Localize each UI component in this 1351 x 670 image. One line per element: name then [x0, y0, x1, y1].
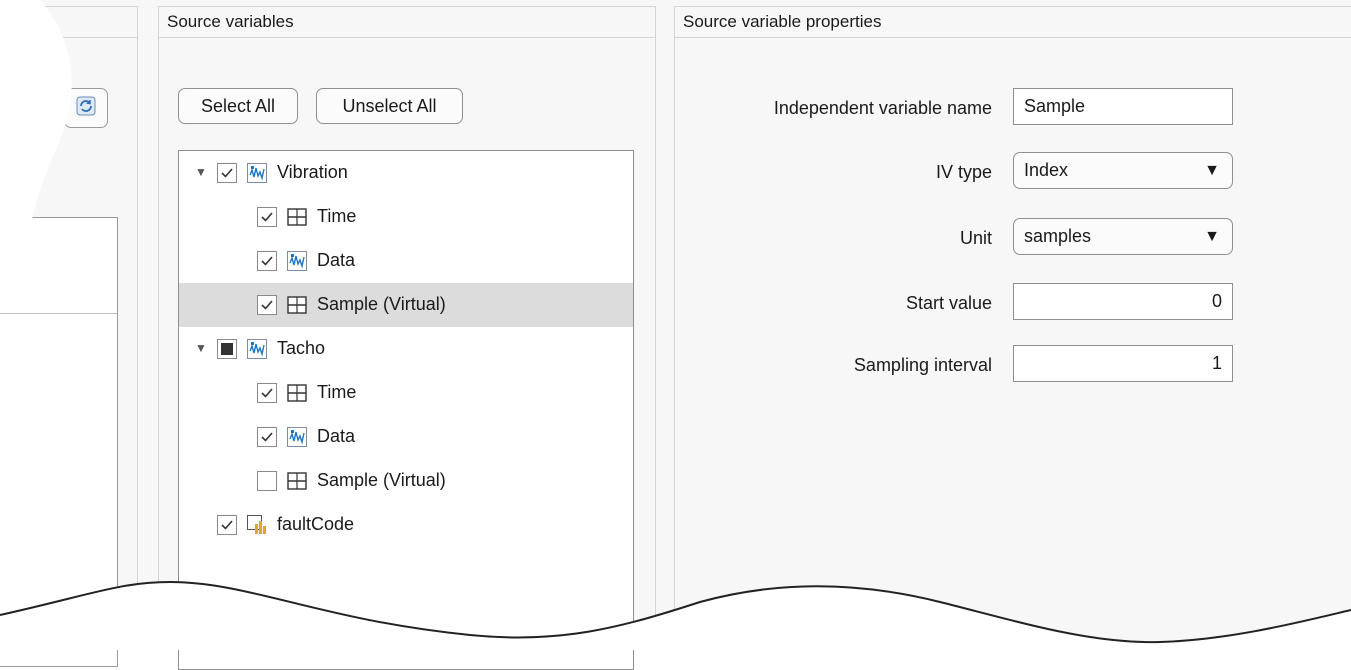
tree-item-checkbox[interactable] — [217, 515, 237, 535]
tree-item-label: Time — [317, 206, 357, 226]
tree-item[interactable]: Data — [179, 415, 633, 459]
app-window: Source variables Select All Unselect All… — [0, 0, 1351, 670]
table-icon — [287, 207, 307, 227]
tree-item-checkbox[interactable] — [217, 339, 237, 359]
independent-variable-name-label: Independent variable name — [773, 98, 992, 118]
sampling-interval-field[interactable]: 1 — [1013, 345, 1233, 382]
tree-item-checkbox[interactable] — [257, 471, 277, 491]
tree-item-label: Data — [317, 250, 356, 270]
select-all-button[interactable]: Select All — [178, 88, 298, 124]
signal-icon — [247, 339, 267, 359]
expand-caret-icon[interactable]: ▼ — [195, 164, 209, 180]
tree-item[interactable]: Time — [179, 371, 633, 415]
tree-item[interactable]: Time — [179, 195, 633, 239]
tree-item-checkbox[interactable] — [257, 207, 277, 227]
unit-dropdown[interactable]: samples ▼ — [1013, 218, 1233, 255]
tree-item-label: Time — [317, 382, 357, 402]
tree-item-checkbox[interactable] — [257, 427, 277, 447]
tree-item[interactable]: Sample (Virtual) — [179, 283, 633, 327]
iv-type-label: IV type — [935, 162, 992, 182]
signal-icon — [247, 163, 267, 183]
tree-item-checkbox[interactable] — [257, 383, 277, 403]
tree-item-checkbox[interactable] — [257, 295, 277, 315]
iv-type-dropdown[interactable]: Index ▼ — [1013, 152, 1233, 189]
table-icon — [287, 471, 307, 491]
tree-item-label: Sample (Virtual) — [317, 294, 446, 314]
sampling-interval-label: Sampling interval — [853, 355, 992, 375]
iv-type-value: Index — [1024, 160, 1069, 180]
source-variables-title: Source variables — [159, 7, 655, 38]
tree-item-label: Tacho — [277, 338, 326, 358]
tree-item[interactable]: ▼ Vibration — [179, 151, 633, 195]
tree-item-label: Sample (Virtual) — [317, 470, 446, 490]
list-row-divider — [0, 313, 117, 314]
tree-item[interactable]: Data — [179, 239, 633, 283]
signal-icon — [287, 427, 307, 447]
dropdown-arrow-icon: ▼ — [1204, 162, 1220, 179]
signal-icon — [287, 251, 307, 271]
left-curve-overlay — [0, 0, 72, 285]
table-icon — [287, 295, 307, 315]
source-variable-properties-title: Source variable properties — [675, 7, 1351, 38]
table-icon — [287, 383, 307, 403]
tree-item-label: Data — [317, 426, 356, 446]
categorical-icon — [247, 515, 267, 535]
unit-label: Unit — [959, 228, 992, 248]
tree-item[interactable]: Sample (Virtual) — [179, 459, 633, 503]
tree-item-checkbox[interactable] — [257, 251, 277, 271]
dropdown-arrow-icon: ▼ — [1204, 228, 1220, 245]
tree-item-label: faultCode — [277, 514, 355, 534]
independent-variable-name-field[interactable]: Sample — [1013, 88, 1233, 125]
tree-item-label: Vibration — [277, 162, 348, 182]
start-value-field[interactable]: 0 — [1013, 283, 1233, 320]
start-value-label: Start value — [905, 293, 992, 313]
unit-value: samples — [1024, 226, 1092, 246]
torn-edge-overlay — [0, 580, 1351, 650]
unselect-all-button[interactable]: Unselect All — [316, 88, 463, 124]
tree-item-checkbox[interactable] — [217, 163, 237, 183]
tree-item[interactable]: ▼ Tacho — [179, 327, 633, 371]
expand-caret-icon[interactable]: ▼ — [195, 340, 209, 356]
